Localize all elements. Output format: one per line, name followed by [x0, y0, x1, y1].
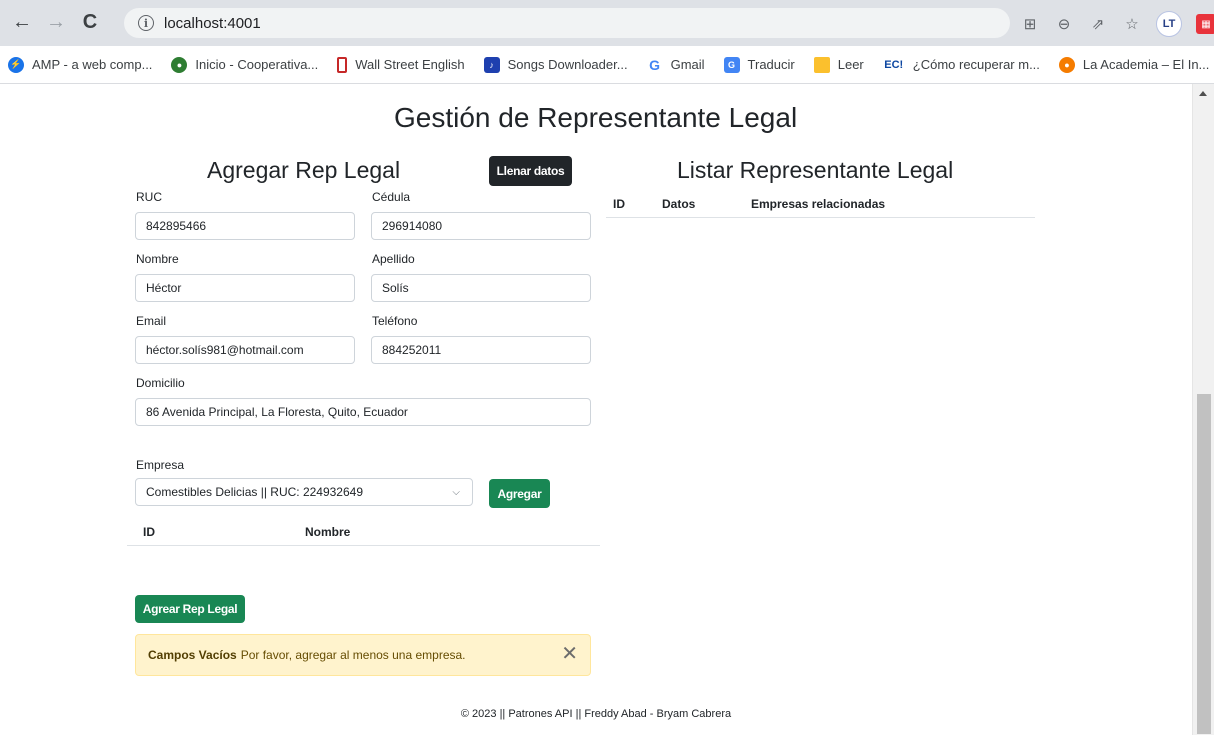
forward-icon[interactable]: → — [44, 10, 68, 34]
wse-icon — [337, 56, 348, 73]
warning-alert: Campos Vacíos Por favor, agregar al meno… — [135, 634, 591, 676]
songs-icon: ♪ — [483, 56, 500, 73]
domicilio-input[interactable]: 86 Avenida Principal, La Floresta, Quito… — [135, 398, 591, 426]
close-icon[interactable]: ✕ — [561, 644, 578, 664]
extension-icon[interactable]: ▦ — [1196, 14, 1214, 34]
empresa-select[interactable]: Comestibles Delicias || RUC: 224932649 ⌵ — [135, 478, 473, 506]
bookmark-cooperativa[interactable]: ● Inicio - Cooperativa... — [171, 56, 318, 73]
telefono-input[interactable]: 884252011 — [371, 336, 591, 364]
ruc-input[interactable]: 842895466 — [135, 212, 355, 240]
ruc-label: RUC — [136, 190, 162, 204]
empresa-label: Empresa — [136, 458, 185, 472]
alert-message: Por favor, agregar al menos una empresa. — [240, 648, 466, 662]
scroll-up-icon[interactable] — [1199, 91, 1207, 96]
ec-icon: EC! — [882, 56, 905, 73]
apellido-label: Apellido — [372, 252, 415, 266]
email-input[interactable]: héctor.solís981@hotmail.com — [135, 336, 355, 364]
google-icon: G — [646, 56, 663, 73]
bookmark-gmail[interactable]: G Gmail — [646, 56, 705, 73]
academia-icon: ● — [1058, 56, 1075, 73]
bookmark-ec[interactable]: EC! ¿Cómo recuperar m... — [882, 56, 1040, 73]
amp-icon: ⚡ — [8, 56, 24, 73]
add-rep-legal-button[interactable]: Agrear Rep Legal — [135, 595, 245, 623]
nombre-input[interactable]: Héctor — [135, 274, 355, 302]
empresa-table-header-nombre: Nombre — [305, 525, 351, 539]
vertical-scrollbar[interactable] — [1192, 84, 1214, 735]
empresa-selected-value: Comestibles Delicias || RUC: 224932649 — [146, 485, 364, 499]
cedula-label: Cédula — [372, 190, 411, 204]
bookmark-songs[interactable]: ♪ Songs Downloader... — [483, 56, 628, 73]
bookmark-academia[interactable]: ● La Academia – El In... — [1058, 56, 1209, 73]
alert-title: Campos Vacíos — [148, 648, 237, 662]
page-title: Gestión de Representante Legal — [394, 102, 798, 133]
zoom-icon[interactable]: ⊖ — [1054, 14, 1074, 34]
footer-text: © 2023 || Patrones API || Freddy Abad - … — [460, 708, 732, 720]
list-title: Listar Representante Legal — [677, 157, 954, 183]
apellido-input[interactable]: Solís — [371, 274, 591, 302]
bookmark-leer[interactable]: Leer — [813, 56, 864, 73]
list-header-datos: Datos — [662, 197, 696, 211]
reload-icon[interactable]: C — [78, 10, 102, 34]
form-title: Agregar Rep Legal — [207, 157, 401, 183]
languagetool-extension-icon[interactable]: LT — [1156, 11, 1182, 37]
bookmark-star-icon[interactable]: ☆ — [1122, 14, 1142, 34]
fill-data-button[interactable]: Llenar datos — [489, 156, 572, 186]
bookmark-amp[interactable]: ⚡ AMP - a web comp... — [8, 56, 152, 73]
site-info-icon[interactable]: i — [138, 15, 154, 31]
scrollbar-thumb[interactable] — [1197, 394, 1211, 734]
share-icon[interactable]: ⇗ — [1088, 14, 1108, 34]
list-table-divider — [606, 217, 1035, 218]
nombre-label: Nombre — [136, 252, 179, 266]
url-text: localhost:4001 — [164, 14, 261, 32]
bookmarks-bar: ⚡ AMP - a web comp... ● Inicio - Cooperati… — [0, 46, 1214, 84]
translate-page-icon[interactable]: ⊞ — [1020, 14, 1040, 34]
cooperativa-icon: ● — [171, 56, 188, 73]
back-icon[interactable]: ← — [10, 10, 34, 34]
address-bar[interactable]: i localhost:4001 — [124, 8, 1010, 38]
page-content: Gestión de Representante Legal Agregar R… — [0, 84, 1214, 735]
list-header-id: ID — [613, 197, 625, 211]
domicilio-label: Domicilio — [136, 376, 185, 390]
translate-icon: G — [723, 56, 740, 73]
email-label: Email — [136, 314, 167, 328]
empresa-table-divider — [127, 545, 600, 546]
list-header-empresas: Empresas relacionadas — [751, 197, 886, 211]
bookmark-traducir[interactable]: G Traducir — [723, 56, 795, 73]
bookmark-wse[interactable]: Wall Street English — [337, 56, 465, 73]
folder-icon — [813, 56, 830, 73]
chevron-down-icon: ⌵ — [452, 487, 460, 498]
add-empresa-button[interactable]: Agregar — [489, 479, 550, 508]
browser-toolbar: ← → C i localhost:4001 ⊞ ⊖ ⇗ ☆ LT ▦ — [0, 0, 1214, 46]
telefono-label: Teléfono — [372, 314, 418, 328]
cedula-input[interactable]: 296914080 — [371, 212, 591, 240]
empresa-table-header-id: ID — [143, 525, 155, 539]
